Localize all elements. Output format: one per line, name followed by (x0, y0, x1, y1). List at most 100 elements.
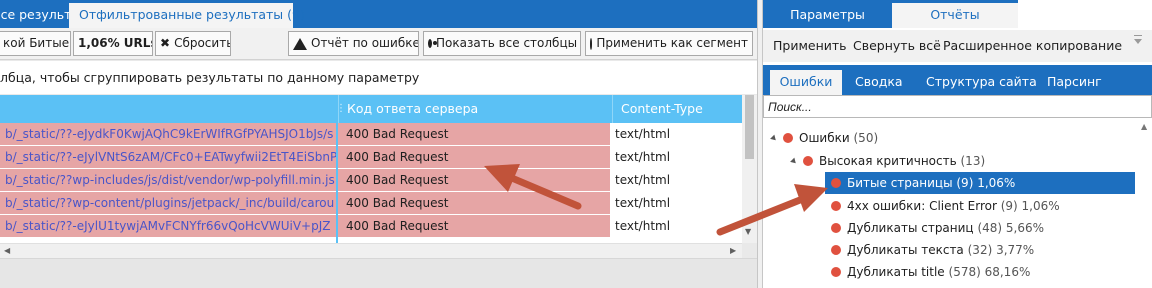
status-code-cell: 400 Bad Request (338, 146, 610, 168)
column-divider (336, 123, 338, 243)
reset-label: Сбросить (174, 36, 231, 50)
tree-scrollbar[interactable]: ▲ (1137, 122, 1152, 288)
grid-vertical-scrollbar[interactable]: ▼ (742, 95, 757, 243)
tab-filtered-results[interactable]: Отфильтрованные результаты (9) (69, 3, 305, 28)
tree-node-count: (9) 1,06% (1000, 199, 1060, 213)
search-input[interactable] (763, 95, 1152, 118)
tree-node-count: (13) (960, 154, 986, 168)
url-cell[interactable]: b/_static/??wp-includes/js/dist/vendor/w… (0, 169, 336, 191)
content-type-cell: text/html (612, 146, 742, 168)
pie-chart-icon (590, 37, 593, 50)
content-type-cell: text/html (612, 192, 742, 214)
tree-node-label: Ошибки (799, 131, 850, 145)
sidebar-toolbar: Применить Свернуть всё Расширенное копир… (763, 30, 1152, 62)
table-row[interactable]: b/_static/??wp-includes/js/dist/vendor/w… (0, 169, 742, 192)
filter-select[interactable]: кой Битые... (0, 31, 71, 56)
url-cell[interactable]: b/_static/??-eJylU1tywjAMvFCNYfr66vQoHcV… (0, 215, 336, 237)
content-type-cell: text/html (612, 123, 742, 145)
scroll-right-icon[interactable]: ▶ (730, 246, 736, 255)
tab-parsing[interactable]: Парсинг (1047, 70, 1102, 95)
show-all-columns-label: Показать все столбцы (436, 36, 578, 50)
column-header-status-code[interactable]: Код ответа сервера (338, 95, 612, 123)
warning-icon (293, 37, 307, 50)
tree-node-duplicate-text[interactable]: Дубликаты текста (32) 3,77% (831, 239, 1034, 261)
show-all-columns-button[interactable]: Показать все столбцы (423, 31, 581, 56)
table-row[interactable]: b/_static/??-eJylVNtS6zAM/CFc0+EATwyfwii… (0, 146, 742, 169)
error-report-button[interactable]: Отчёт по ошибке (288, 31, 419, 56)
column-divider (610, 123, 612, 243)
url-cell[interactable]: b/_static/??-eJylVNtS6zAM/CFc0+EATwyfwii… (0, 146, 336, 168)
url-cell[interactable]: b/_static/??-eJydkF0KwjAQhC9kErWIfRGfPYA… (0, 123, 336, 145)
results-tabbar: Все результаты (848) Отфильтрованные рез… (0, 0, 757, 28)
tree-node-label: Дубликаты страниц (847, 221, 974, 235)
url-cell[interactable]: b/_static/??wp-content/plugins/jetpack/_… (0, 192, 336, 214)
tree-node-label: 4xx ошибки: Client Error (847, 199, 997, 213)
tab-summary[interactable]: Сводка (855, 70, 903, 95)
grid-horizontal-scrollbar[interactable]: ◀ ▶ (0, 243, 742, 258)
column-header-content-type[interactable]: Content-Type (612, 95, 742, 123)
content-type-cell: text/html (612, 169, 742, 191)
tree-node-broken-pages[interactable]: Битые страницы (9) 1,06% (825, 172, 1135, 194)
table-row[interactable]: b/_static/??wp-content/plugins/jetpack/_… (0, 192, 742, 215)
error-dot-icon (803, 156, 813, 166)
scroll-left-icon[interactable]: ◀ (4, 246, 10, 255)
tree-node-count: (48) 5,66% (977, 221, 1045, 235)
sidebar-subtabs: Ошибки Сводка Структура сайта Парсинг (763, 65, 1152, 95)
status-code-cell: 400 Bad Request (338, 215, 610, 237)
reset-button[interactable]: ✖ Сбросить (155, 31, 231, 56)
advanced-copy-button[interactable]: Расширенное копирование (943, 30, 1122, 62)
tab-errors[interactable]: Ошибки (770, 70, 842, 95)
error-dot-icon (831, 223, 841, 233)
tree-node-label: Дубликаты текста (847, 243, 964, 257)
tab-site-structure[interactable]: Структура сайта (926, 70, 1037, 95)
tree-node-4xx-errors[interactable]: 4xx ошибки: Client Error (9) 1,06% (831, 195, 1060, 217)
tab-parameters[interactable]: Параметры (763, 3, 892, 28)
details-panel (0, 258, 757, 288)
expand-icon[interactable] (790, 157, 798, 165)
tree-node-count: (9) 1,06% (956, 176, 1016, 190)
group-by-hint[interactable]: лбца, чтобы сгруппировать результаты по … (0, 61, 757, 94)
eye-icon (428, 39, 437, 48)
results-grid: ⋮ Код ответа сервера Content-Type b/_sta… (0, 95, 742, 243)
toolbar-overflow-icon[interactable] (1134, 35, 1142, 44)
scroll-up-icon[interactable]: ▲ (1141, 122, 1147, 131)
tree-node-label: Высокая критичность (819, 154, 957, 168)
expand-icon[interactable] (770, 134, 778, 142)
scrollbar-thumb[interactable] (745, 95, 754, 159)
tree-node-label: Дубликаты title (847, 265, 945, 279)
status-code-cell: 400 Bad Request (338, 192, 610, 214)
apply-button[interactable]: Применить (773, 30, 847, 62)
results-toolbar: кой Битые... 1,06% URLs ✖ Сбросить Отчёт… (0, 28, 757, 60)
grid-header: ⋮ Код ответа сервера Content-Type (0, 95, 742, 123)
status-code-cell: 400 Bad Request (338, 123, 610, 145)
close-icon: ✖ (160, 36, 171, 50)
url-percentage: 1,06% URLs (73, 31, 153, 56)
table-row[interactable]: b/_static/??-eJylU1tywjAMvFCNYfr66vQoHcV… (0, 215, 742, 238)
error-dot-icon (783, 133, 793, 143)
error-dot-icon (831, 267, 841, 277)
table-row[interactable]: b/_static/??-eJydkF0KwjAQhC9kErWIfRGfPYA… (0, 123, 742, 146)
sidebar-tabbar: Параметры Отчёты (763, 0, 1152, 28)
sidebar-pane: Параметры Отчёты Применить Свернуть всё … (763, 0, 1152, 288)
collapse-all-button[interactable]: Свернуть всё (853, 30, 941, 62)
tree-node-duplicate-title[interactable]: Дубликаты title (578) 68,16% (831, 261, 1030, 283)
error-report-label: Отчёт по ошибке (311, 36, 419, 50)
error-dot-icon (831, 245, 841, 255)
column-header-url[interactable] (0, 95, 338, 123)
tab-reports[interactable]: Отчёты (892, 3, 1018, 28)
tree-node-count: (578) 68,16% (948, 265, 1031, 279)
tree-node-count: (50) (853, 131, 879, 145)
error-dot-icon (831, 201, 841, 211)
tree-node-count: (32) 3,77% (967, 243, 1035, 257)
scroll-down-icon[interactable]: ▼ (745, 227, 751, 236)
apply-segment-label: Применить как сегмент (596, 36, 748, 50)
tree-node-duplicate-pages[interactable]: Дубликаты страниц (48) 5,66% (831, 217, 1044, 239)
apply-segment-button[interactable]: Применить как сегмент (585, 31, 753, 56)
content-type-cell: text/html (612, 215, 742, 237)
status-code-cell: 400 Bad Request (338, 169, 610, 191)
tree-node-high-severity[interactable]: Высокая критичность (13) (790, 150, 986, 172)
issues-tree: Ошибки (50) Высокая критичность (13) Бит… (763, 118, 1152, 288)
results-pane: Все результаты (848) Отфильтрованные рез… (0, 0, 757, 288)
tree-node-label: Битые страницы (847, 176, 953, 190)
tree-node-errors[interactable]: Ошибки (50) (770, 127, 879, 149)
